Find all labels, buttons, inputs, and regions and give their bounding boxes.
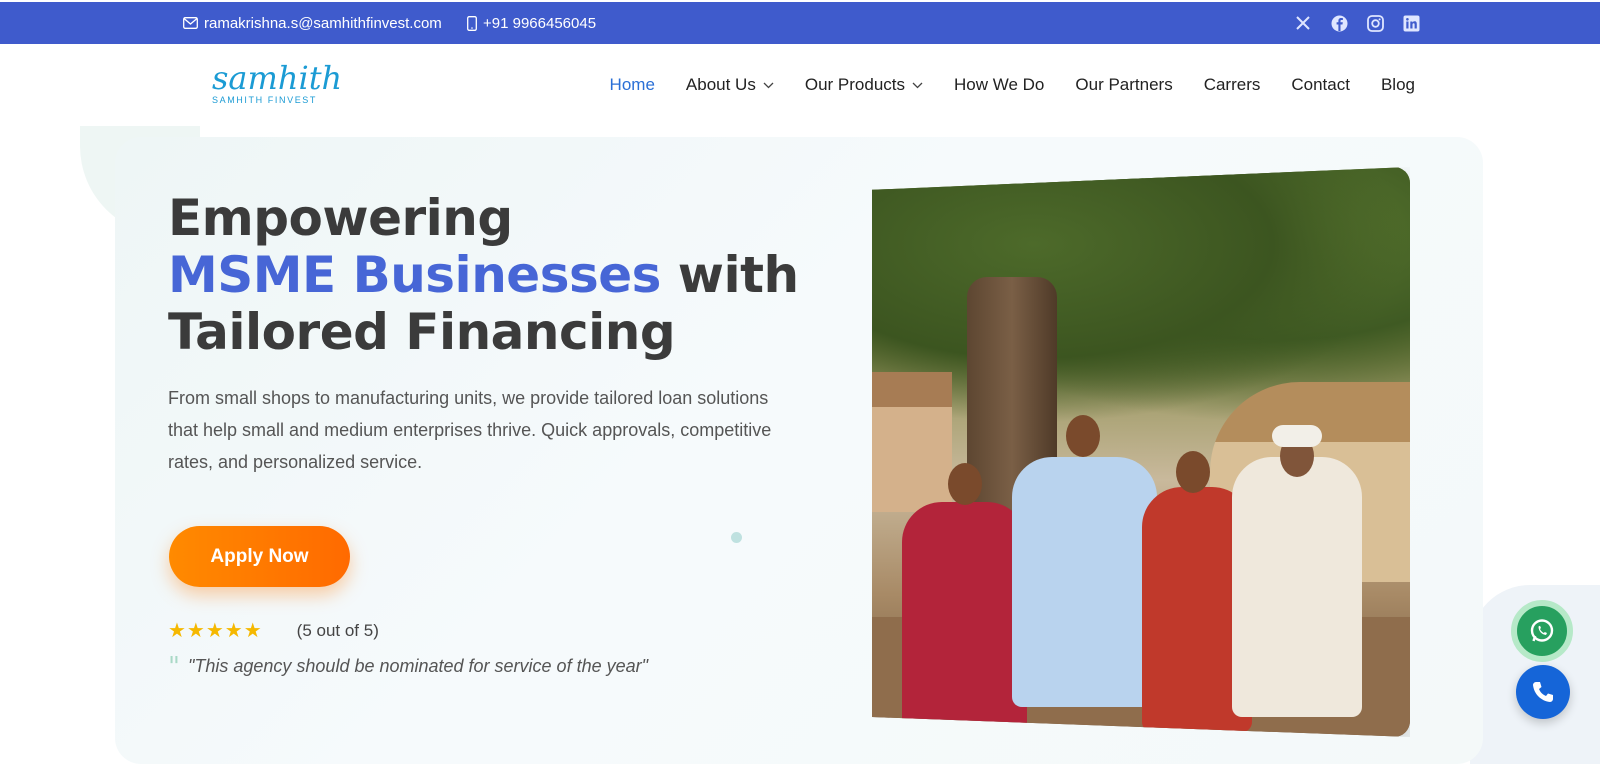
top-contact-bar: ramakrishna.s@samhithfinvest.com +91 996… (0, 2, 1600, 44)
nav-item-contact[interactable]: Contact (1291, 75, 1350, 95)
logo-subtitle: SAMHITH FINVEST (212, 95, 318, 105)
nav-label: Our Partners (1075, 75, 1173, 94)
instagram-icon[interactable] (1366, 14, 1384, 32)
chevron-down-icon (912, 82, 923, 88)
apply-now-button[interactable]: Apply Now (169, 526, 350, 587)
nav-item-how-we-do[interactable]: How We Do (954, 75, 1044, 95)
whatsapp-button[interactable] (1511, 600, 1573, 662)
nav-label: Our Products (804, 75, 905, 94)
nav-label: About Us (685, 75, 756, 94)
image-person-head (1066, 415, 1100, 457)
nav-item-home[interactable]: Home (610, 75, 655, 95)
image-person (902, 502, 1027, 732)
headline-accent: MSME Businesses (168, 246, 661, 304)
decorative-dot (731, 532, 742, 543)
x-icon[interactable] (1294, 14, 1312, 32)
email-contact[interactable]: ramakrishna.s@samhithfinvest.com (183, 2, 442, 44)
nav-label: Carrers (1203, 75, 1261, 94)
nav-item-our-products[interactable]: Our Products (805, 75, 923, 95)
nav-label: Home (609, 75, 655, 94)
rating-text: (5 out of 5) (296, 620, 379, 640)
star-rating-icon: ★★★★★ (168, 620, 263, 642)
phone-contact[interactable]: +91 9966456045 (467, 2, 596, 44)
testimonial-quote: " "This agency should be nominated for s… (168, 651, 648, 682)
email-text: ramakrishna.s@samhithfinvest.com (204, 14, 442, 32)
call-button[interactable] (1516, 665, 1570, 719)
headline-line-2: MSME Businesses with (168, 247, 808, 304)
quote-mark-icon: " (168, 651, 180, 682)
hero-headline: Empowering MSME Businesses with Tailored… (168, 190, 808, 361)
logo-wordmark: samhith (212, 59, 343, 97)
image-person-head (948, 463, 982, 505)
nav-item-careers[interactable]: Carrers (1204, 75, 1261, 95)
headline-line-3: Tailored Financing (168, 303, 676, 361)
social-links (1294, 2, 1420, 44)
image-hut-left (872, 372, 952, 512)
nav-label: How We Do (954, 75, 1045, 94)
headline-line-1: Empowering (168, 189, 513, 247)
nav-item-blog[interactable]: Blog (1381, 75, 1415, 95)
samhith-logo[interactable]: samhith SAMHITH FINVEST (212, 59, 343, 108)
nav-item-our-partners[interactable]: Our Partners (1075, 75, 1172, 95)
nav-menu: Home About Us Our Products How We Do Our… (610, 44, 1415, 126)
phone-icon (1533, 682, 1553, 702)
mobile-phone-icon (467, 15, 477, 31)
headline-line-2-rest: with (660, 246, 799, 304)
image-person-head (1176, 451, 1210, 493)
chevron-down-icon (763, 82, 774, 88)
nav-item-about-us[interactable]: About Us (686, 75, 774, 95)
main-navbar: samhith SAMHITH FINVEST Home About Us Ou… (0, 44, 1600, 126)
quote-text: "This agency should be nominated for ser… (187, 656, 648, 676)
image-person (1012, 457, 1157, 707)
nav-label: Blog (1380, 75, 1415, 94)
hero-description: From small shops to manufacturing units,… (168, 388, 772, 472)
phone-text: +91 9966456045 (483, 14, 597, 32)
image-turban (1272, 425, 1322, 447)
image-person (1232, 457, 1362, 717)
nav-label: Contact (1291, 75, 1350, 94)
mail-icon (183, 17, 198, 29)
rating-row: ★★★★★ (5 out of 5) (168, 618, 379, 643)
whatsapp-icon (1530, 619, 1554, 642)
linkedin-icon[interactable] (1402, 14, 1420, 32)
facebook-icon[interactable] (1330, 14, 1348, 32)
hero-image (872, 167, 1410, 737)
